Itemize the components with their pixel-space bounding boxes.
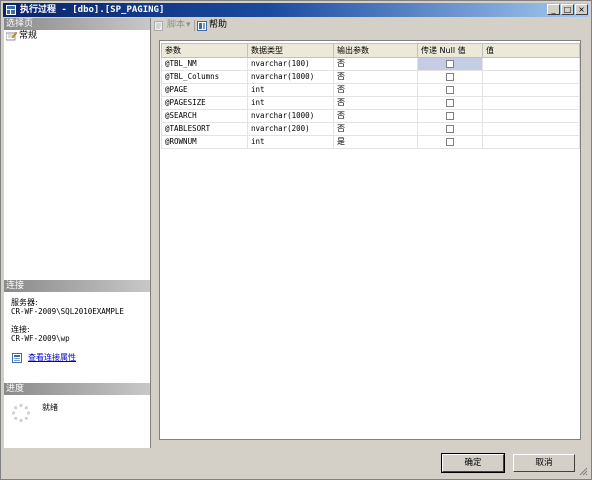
pass-null-checkbox[interactable] bbox=[446, 86, 454, 94]
chevron-down-icon: ▾ bbox=[186, 20, 191, 30]
table-row[interactable]: @ROWNUM int 是 bbox=[161, 135, 580, 149]
close-button[interactable]: × bbox=[575, 4, 588, 15]
parameter-name-cell: @PAGESIZE bbox=[161, 96, 248, 110]
pass-null-checkbox[interactable] bbox=[446, 138, 454, 146]
script-icon bbox=[154, 21, 163, 31]
parameter-name-cell: @SEARCH bbox=[161, 109, 248, 123]
table-row[interactable]: @PAGESIZE int 否 bbox=[161, 96, 580, 110]
output-cell: 否 bbox=[333, 96, 418, 110]
table-row[interactable]: @SEARCH nvarchar(1000) 否 bbox=[161, 109, 580, 123]
value-input-cell[interactable] bbox=[482, 57, 580, 71]
cancel-button[interactable]: 取消 bbox=[513, 454, 575, 472]
pass-null-cell[interactable] bbox=[417, 96, 483, 110]
pass-null-checkbox[interactable] bbox=[446, 99, 454, 107]
data-type-cell: nvarchar(100) bbox=[247, 57, 334, 71]
pass-null-checkbox[interactable] bbox=[446, 112, 454, 120]
parameter-name-cell: @TBL_NM bbox=[161, 57, 248, 71]
pass-null-cell[interactable] bbox=[417, 135, 483, 149]
progress-status: 就绪 bbox=[42, 403, 58, 412]
page-item-general[interactable]: 常规 bbox=[6, 30, 66, 42]
column-header-parameter: 参数 bbox=[161, 43, 248, 58]
ok-button[interactable]: 确定 bbox=[441, 453, 505, 473]
value-input-cell[interactable] bbox=[482, 96, 580, 110]
output-cell: 否 bbox=[333, 122, 418, 136]
column-header-pass-null: 传递 Null 值 bbox=[417, 43, 483, 58]
toolbar: 脚本 ▾ 帮助 bbox=[152, 18, 588, 34]
table-row[interactable]: @TBL_NM nvarchar(100) 否 bbox=[161, 57, 580, 71]
minimize-button[interactable]: _ bbox=[547, 4, 560, 15]
execute-procedure-dialog: 执行过程 - [dbo].[SP_PAGING] _ □ × 选择页 常规 连接… bbox=[0, 0, 592, 480]
pass-null-cell[interactable] bbox=[417, 122, 483, 136]
pass-null-checkbox[interactable] bbox=[446, 60, 454, 68]
value-input-cell[interactable] bbox=[482, 70, 580, 84]
output-cell: 否 bbox=[333, 83, 418, 97]
data-type-cell: nvarchar(200) bbox=[247, 122, 334, 136]
data-type-cell: int bbox=[247, 83, 334, 97]
progress-header: 进度 bbox=[4, 383, 150, 395]
output-cell: 是 bbox=[333, 135, 418, 149]
view-connection-properties-link[interactable]: 查看连接属性 bbox=[28, 353, 76, 363]
maximize-button[interactable]: □ bbox=[561, 4, 574, 15]
parameter-name-cell: @ROWNUM bbox=[161, 135, 248, 149]
connection-value: CR-WF-2009\wp bbox=[11, 334, 70, 343]
data-type-cell: int bbox=[247, 96, 334, 110]
output-cell: 否 bbox=[333, 57, 418, 71]
select-page-header: 选择页 bbox=[4, 18, 150, 30]
toolbar-separator bbox=[194, 20, 195, 31]
parameters-grid: 参数 数据类型 输出参数 传递 Null 值 值 @TBL_NM nvarchar… bbox=[159, 40, 581, 440]
value-input-cell[interactable] bbox=[482, 109, 580, 123]
output-cell: 否 bbox=[333, 70, 418, 84]
resize-grip-icon[interactable] bbox=[578, 466, 588, 476]
page-item-label: 常规 bbox=[19, 31, 38, 41]
output-cell: 否 bbox=[333, 109, 418, 123]
progress-spinner-icon bbox=[11, 403, 31, 423]
column-header-data-type: 数据类型 bbox=[247, 43, 334, 58]
parameters-table: 参数 数据类型 输出参数 传递 Null 值 值 @TBL_NM nvarchar… bbox=[161, 43, 580, 149]
data-type-cell: nvarchar(1000) bbox=[247, 109, 334, 123]
pass-null-cell[interactable] bbox=[417, 57, 483, 71]
connection-header: 连接 bbox=[4, 280, 150, 292]
parameter-name-cell: @TABLESORT bbox=[161, 122, 248, 136]
value-input-cell[interactable] bbox=[482, 122, 580, 136]
table-row[interactable]: @TBL_Columns nvarchar(1000) 否 bbox=[161, 70, 580, 84]
table-row[interactable]: @PAGE int 否 bbox=[161, 83, 580, 97]
script-dropdown-arrow[interactable]: ▾ bbox=[186, 19, 191, 32]
help-label: 帮助 bbox=[209, 20, 228, 30]
value-input-cell[interactable] bbox=[482, 135, 580, 149]
pass-null-cell[interactable] bbox=[417, 109, 483, 123]
connection-properties-icon bbox=[12, 353, 22, 363]
parameter-name-cell: @PAGE bbox=[161, 83, 248, 97]
pass-null-cell[interactable] bbox=[417, 70, 483, 84]
pass-null-cell[interactable] bbox=[417, 83, 483, 97]
left-panel: 选择页 常规 连接 服务器: CR-WF-2009\SQL2010EXAMPLE… bbox=[4, 18, 151, 448]
data-type-cell: int bbox=[247, 135, 334, 149]
pass-null-checkbox[interactable] bbox=[446, 125, 454, 133]
server-value: CR-WF-2009\SQL2010EXAMPLE bbox=[11, 307, 124, 316]
data-type-cell: nvarchar(1000) bbox=[247, 70, 334, 84]
value-input-cell[interactable] bbox=[482, 83, 580, 97]
help-icon bbox=[197, 21, 207, 31]
column-header-output: 输出参数 bbox=[333, 43, 418, 58]
app-icon bbox=[6, 5, 16, 15]
table-row[interactable]: @TABLESORT nvarchar(200) 否 bbox=[161, 122, 580, 136]
title-bar[interactable]: 执行过程 - [dbo].[SP_PAGING] _ □ × bbox=[3, 3, 589, 17]
grid-header-row: 参数 数据类型 输出参数 传递 Null 值 值 bbox=[161, 43, 580, 58]
pass-null-checkbox[interactable] bbox=[446, 73, 454, 81]
column-header-value: 值 bbox=[482, 43, 580, 58]
parameter-name-cell: @TBL_Columns bbox=[161, 70, 248, 84]
script-label: 脚本 bbox=[167, 20, 186, 30]
window-title: 执行过程 - [dbo].[SP_PAGING] bbox=[20, 5, 165, 15]
page-general-icon bbox=[6, 31, 17, 41]
